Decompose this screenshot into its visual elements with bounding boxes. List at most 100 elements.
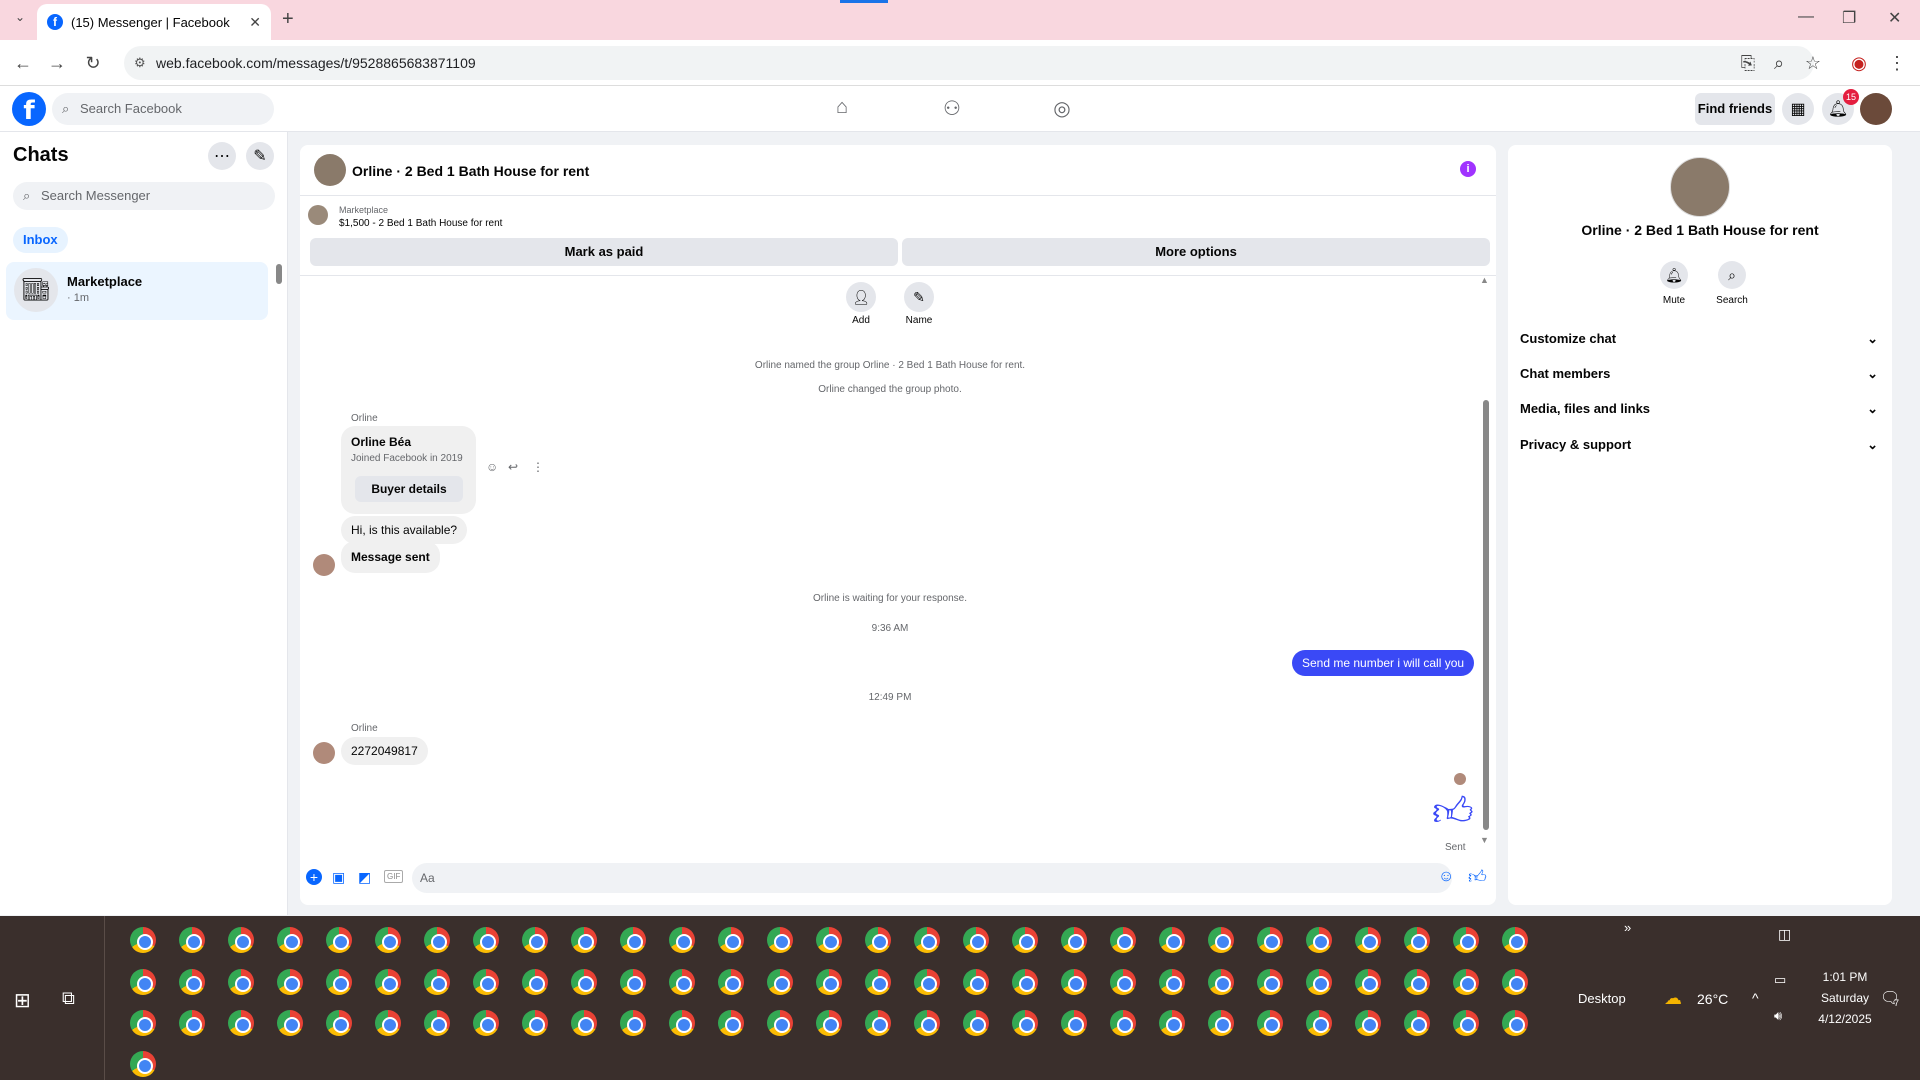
chat-list-item[interactable]: 🏬︎ Marketplace · 1m	[6, 262, 268, 320]
sidebar-scrollbar[interactable]	[276, 264, 282, 284]
chrome-taskbar-icon[interactable]	[375, 969, 401, 995]
chrome-taskbar-icon[interactable]	[1061, 969, 1087, 995]
chrome-taskbar-icon[interactable]	[424, 1010, 450, 1036]
chrome-taskbar-icon[interactable]	[963, 1010, 989, 1036]
add-person-icon[interactable]: 👤︎	[846, 282, 876, 312]
clock-day[interactable]: Saturday	[1802, 991, 1888, 1005]
chrome-taskbar-icon[interactable]	[865, 969, 891, 995]
chrome-taskbar-icon[interactable]	[130, 927, 156, 953]
chrome-taskbar-icon[interactable]	[718, 969, 744, 995]
chrome-taskbar-icon[interactable]	[1012, 969, 1038, 995]
new-message-icon[interactable]: ✎	[246, 142, 274, 170]
chrome-taskbar-icon[interactable]	[816, 969, 842, 995]
chrome-taskbar-icon[interactable]	[914, 969, 940, 995]
chrome-taskbar-icon[interactable]	[669, 927, 695, 953]
chrome-taskbar-icon[interactable]	[1453, 927, 1479, 953]
plus-icon[interactable]: +	[306, 869, 322, 885]
info-icon[interactable]: i	[1460, 161, 1476, 177]
inbox-filter-button[interactable]: Inbox	[13, 227, 68, 253]
install-app-icon[interactable]: ⎘	[1735, 50, 1761, 76]
group-photo[interactable]	[1670, 157, 1730, 217]
camera-icon[interactable]: ◫	[1778, 926, 1791, 943]
chrome-taskbar-icon[interactable]	[1110, 927, 1136, 953]
chrome-taskbar-icon[interactable]	[130, 1051, 156, 1077]
groups-icon[interactable]: ◎	[1049, 96, 1075, 122]
reload-icon[interactable]: ↻	[80, 50, 106, 76]
zoom-icon[interactable]: ⌕	[1766, 50, 1792, 76]
chrome-taskbar-icon[interactable]	[1110, 969, 1136, 995]
sticker-icon[interactable]: ◩	[358, 869, 371, 886]
mark-as-paid-button[interactable]: Mark as paid	[310, 238, 898, 266]
chat-members-section[interactable]: Chat members ⌄	[1520, 366, 1878, 382]
chrome-taskbar-icon[interactable]	[1208, 1010, 1234, 1036]
chrome-taskbar-icon[interactable]	[767, 1010, 793, 1036]
chrome-taskbar-icon[interactable]	[1453, 969, 1479, 995]
profile-icon[interactable]: ◉	[1846, 50, 1872, 76]
avatar[interactable]	[1860, 93, 1892, 125]
chrome-taskbar-icon[interactable]	[914, 1010, 940, 1036]
messenger-search-input[interactable]: ⌕ Search Messenger	[13, 182, 275, 210]
chrome-taskbar-icon[interactable]	[571, 1010, 597, 1036]
chrome-taskbar-icon[interactable]	[1110, 1010, 1136, 1036]
chrome-taskbar-icon[interactable]	[914, 927, 940, 953]
chrome-taskbar-icon[interactable]	[1061, 1010, 1087, 1036]
bookmark-star-icon[interactable]: ☆	[1800, 50, 1826, 76]
reply-icon[interactable]: ↩	[508, 460, 518, 474]
gif-icon[interactable]: GIF	[384, 870, 404, 883]
chrome-taskbar-icon[interactable]	[1502, 1010, 1528, 1036]
chrome-taskbar-icon[interactable]	[571, 969, 597, 995]
site-info-icon[interactable]: ⚙	[134, 46, 146, 80]
chrome-taskbar-icon[interactable]	[865, 1010, 891, 1036]
scroll-up-icon[interactable]: ▲	[1480, 275, 1489, 291]
chrome-taskbar-icon[interactable]	[1306, 969, 1332, 995]
chrome-taskbar-icon[interactable]	[1355, 969, 1381, 995]
chrome-taskbar-icon[interactable]	[130, 969, 156, 995]
home-icon[interactable]: ⌂	[829, 96, 855, 122]
windows-start-icon[interactable]: ⊞	[14, 988, 31, 1013]
chrome-taskbar-icon[interactable]	[865, 927, 891, 953]
chrome-taskbar-icon[interactable]	[277, 927, 303, 953]
chrome-taskbar-icon[interactable]	[424, 927, 450, 953]
scroll-down-icon[interactable]: ▼	[1480, 835, 1489, 851]
privacy-support-section[interactable]: Privacy & support ⌄	[1520, 437, 1878, 453]
tab-list-icon[interactable]: ⌄	[10, 10, 30, 30]
chrome-taskbar-icon[interactable]	[1159, 1010, 1185, 1036]
address-bar[interactable]: ⚙ web.facebook.com/messages/t/9528865683…	[124, 46, 1814, 80]
new-tab-icon[interactable]: +	[282, 8, 294, 31]
chrome-taskbar-icon[interactable]	[1257, 927, 1283, 953]
chrome-taskbar-icon[interactable]	[620, 927, 646, 953]
mute-icon[interactable]: 🔔︎	[1660, 261, 1688, 289]
tray-chevron-icon[interactable]: ^	[1752, 990, 1759, 1006]
image-icon[interactable]: ▣	[332, 869, 345, 886]
chrome-taskbar-icon[interactable]	[1159, 969, 1185, 995]
minimize-icon[interactable]: —	[1798, 8, 1814, 26]
chrome-taskbar-icon[interactable]	[1404, 969, 1430, 995]
chrome-taskbar-icon[interactable]	[1159, 927, 1185, 953]
chrome-taskbar-icon[interactable]	[1355, 927, 1381, 953]
chrome-taskbar-icon[interactable]	[228, 1010, 254, 1036]
chrome-taskbar-icon[interactable]	[1012, 1010, 1038, 1036]
customize-chat-section[interactable]: Customize chat ⌄	[1520, 331, 1878, 347]
close-tab-icon[interactable]: ✕	[249, 14, 261, 31]
chrome-taskbar-icon[interactable]	[1502, 927, 1528, 953]
chrome-taskbar-icon[interactable]	[669, 1010, 695, 1036]
overflow-chevron-icon[interactable]: »	[1624, 920, 1631, 935]
message-bubble[interactable]: 2272049817	[341, 737, 428, 765]
chrome-taskbar-icon[interactable]	[424, 969, 450, 995]
chrome-taskbar-icon[interactable]	[179, 927, 205, 953]
chrome-taskbar-icon[interactable]	[620, 969, 646, 995]
chrome-taskbar-icon[interactable]	[816, 927, 842, 953]
chrome-taskbar-icon[interactable]	[473, 1010, 499, 1036]
chrome-taskbar-icon[interactable]	[963, 969, 989, 995]
chrome-taskbar-icon[interactable]	[473, 927, 499, 953]
chrome-taskbar-icon[interactable]	[1306, 927, 1332, 953]
chrome-taskbar-icon[interactable]	[326, 927, 352, 953]
clock-date[interactable]: 4/12/2025	[1802, 1012, 1888, 1026]
media-files-section[interactable]: Media, files and links ⌄	[1520, 401, 1878, 417]
chrome-taskbar-icon[interactable]	[1404, 1010, 1430, 1036]
chrome-taskbar-icon[interactable]	[1404, 927, 1430, 953]
message-input[interactable]: Aa	[412, 863, 1452, 893]
chrome-taskbar-icon[interactable]	[522, 1010, 548, 1036]
message-more-icon[interactable]: ⋮	[532, 460, 544, 474]
clock-time[interactable]: 1:01 PM	[1802, 970, 1888, 984]
